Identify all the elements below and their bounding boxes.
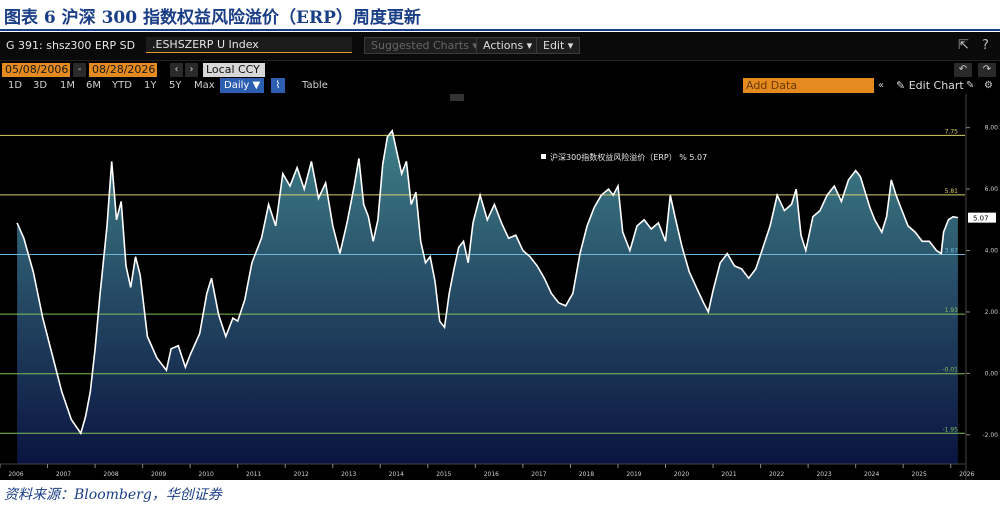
currency-select[interactable]: Local CCY xyxy=(203,63,265,77)
help-icon[interactable]: ? xyxy=(982,38,989,53)
bloomberg-terminal: G 391: shsz300 ERP SD .ESHSZERP U Index … xyxy=(0,32,1000,480)
x-tick-label-13: 2019 xyxy=(626,471,641,478)
y-tick-label-1: 6.00 xyxy=(985,186,999,193)
x-tick-label-7: 2013 xyxy=(341,471,356,478)
edit-button[interactable]: Edit ▾ xyxy=(536,37,581,54)
chart-type-icon[interactable]: ⌇ xyxy=(271,78,285,93)
reference-label-5: -1.95 xyxy=(942,426,958,433)
period-max[interactable]: Max xyxy=(194,78,215,93)
chevron-right-icon[interactable]: › xyxy=(185,63,198,77)
x-tick-label-10: 2016 xyxy=(484,471,499,478)
erp-chart: 7.75 5.81 3.87 1.93 -0.01 -1.95 8.00 6.00 4.00 2… xyxy=(0,94,999,480)
add-data-input[interactable]: Add Data xyxy=(743,78,874,93)
edit-chart-label: Edit Chart xyxy=(908,79,964,92)
x-tick-label-4: 2010 xyxy=(199,471,214,478)
pencil-icon-small[interactable]: ✎ xyxy=(966,78,974,93)
x-tick-label-5: 2011 xyxy=(246,471,261,478)
settings-icon[interactable]: ⚙ xyxy=(984,78,993,93)
start-date-input[interactable]: 05/08/2006 xyxy=(2,63,70,77)
collapse-tab xyxy=(450,94,464,101)
period-1y[interactable]: 1Y xyxy=(144,78,156,93)
redo-icon[interactable]: ↷ xyxy=(978,63,996,77)
x-tick-label-11: 2017 xyxy=(531,471,546,478)
x-tick-label-16: 2022 xyxy=(769,471,784,478)
collapse-icon[interactable]: « xyxy=(878,78,884,93)
y-tick-label-4: 0.00 xyxy=(985,370,999,377)
date-range-bar: 05/08/2006 - 08/28/2026 ‹ › Local CCY ↶ … xyxy=(0,61,1000,79)
share-icon[interactable]: ⇱ xyxy=(958,38,969,53)
period-1m[interactable]: 1M xyxy=(60,78,75,93)
x-tick-label-14: 2020 xyxy=(674,471,689,478)
period-3d[interactable]: 3D xyxy=(33,78,47,93)
reference-label-1: 5.81 xyxy=(945,188,959,195)
x-tick-label-19: 2025 xyxy=(912,471,927,478)
x-tick-label-9: 2015 xyxy=(436,471,451,478)
legend-swatch xyxy=(541,154,546,159)
calendar-icon[interactable]: - xyxy=(73,63,86,77)
reference-label-2: 3.87 xyxy=(945,248,959,255)
source-note: 资料来源：Bloomberg，华创证券 xyxy=(4,487,222,503)
period-5y[interactable]: 5Y xyxy=(169,78,181,93)
y-tick-label-5: -2.00 xyxy=(982,432,998,439)
reference-label-4: -0.01 xyxy=(942,367,958,374)
period-6m[interactable]: 6M xyxy=(86,78,101,93)
command-bar: G 391: shsz300 ERP SD .ESHSZERP U Index … xyxy=(0,32,1000,61)
period-bar: 1D 3D 1M 6M YTD 1Y 5Y Max Daily ▼ ⌇ Tabl… xyxy=(0,78,1000,94)
reference-label-3: 1.93 xyxy=(945,307,959,314)
y-tick-label-2: 4.00 xyxy=(985,248,999,255)
last-value-label: 5.07 xyxy=(973,215,989,223)
ticker-label: G 391: shsz300 ERP SD xyxy=(6,39,136,52)
x-tick-label-2: 2008 xyxy=(103,471,118,478)
pencil-icon: ✎ xyxy=(896,79,906,92)
actions-button[interactable]: Actions ▾ xyxy=(476,37,540,54)
y-tick-label-3: 2.00 xyxy=(985,309,999,316)
x-tick-label-1: 2007 xyxy=(56,471,71,478)
figure-title-bar: 图表 6 沪深 300 指数权益风险溢价（ERP）周度更新 xyxy=(0,0,1000,31)
x-tick-label-0: 2006 xyxy=(8,471,23,478)
edit-chart-button[interactable]: ✎ Edit Chart xyxy=(896,78,964,93)
reference-label-0: 7.75 xyxy=(945,128,959,135)
period-ytd[interactable]: YTD xyxy=(112,78,132,93)
end-date-input[interactable]: 08/28/2026 xyxy=(89,63,157,77)
x-tick-label-12: 2018 xyxy=(579,471,594,478)
suggested-charts-button[interactable]: Suggested Charts ▾ xyxy=(364,37,485,54)
x-tick-label-8: 2014 xyxy=(389,471,404,478)
title-rule xyxy=(0,29,1000,31)
undo-icon[interactable]: ↶ xyxy=(954,63,972,77)
x-tick-label-17: 2023 xyxy=(816,471,831,478)
x-tick-label-15: 2021 xyxy=(721,471,736,478)
legend-label: 沪深300指数权益风险溢价（ERP） % 5.07 xyxy=(550,152,707,162)
period-1d[interactable]: 1D xyxy=(8,78,22,93)
y-tick-label-0: 8.00 xyxy=(985,125,999,132)
table-tab[interactable]: Table xyxy=(302,78,328,93)
chevron-left-icon[interactable]: ‹ xyxy=(170,63,183,77)
figure-title: 图表 6 沪深 300 指数权益风险溢价（ERP）周度更新 xyxy=(4,8,421,28)
security-input[interactable]: .ESHSZERP U Index xyxy=(146,37,352,53)
x-tick-label-6: 2012 xyxy=(294,471,309,478)
x-tick-label-18: 2024 xyxy=(864,471,879,478)
x-tick-label-3: 2009 xyxy=(151,471,166,478)
x-tick-label-20: 2026 xyxy=(959,471,974,478)
frequency-select[interactable]: Daily ▼ xyxy=(220,78,265,93)
